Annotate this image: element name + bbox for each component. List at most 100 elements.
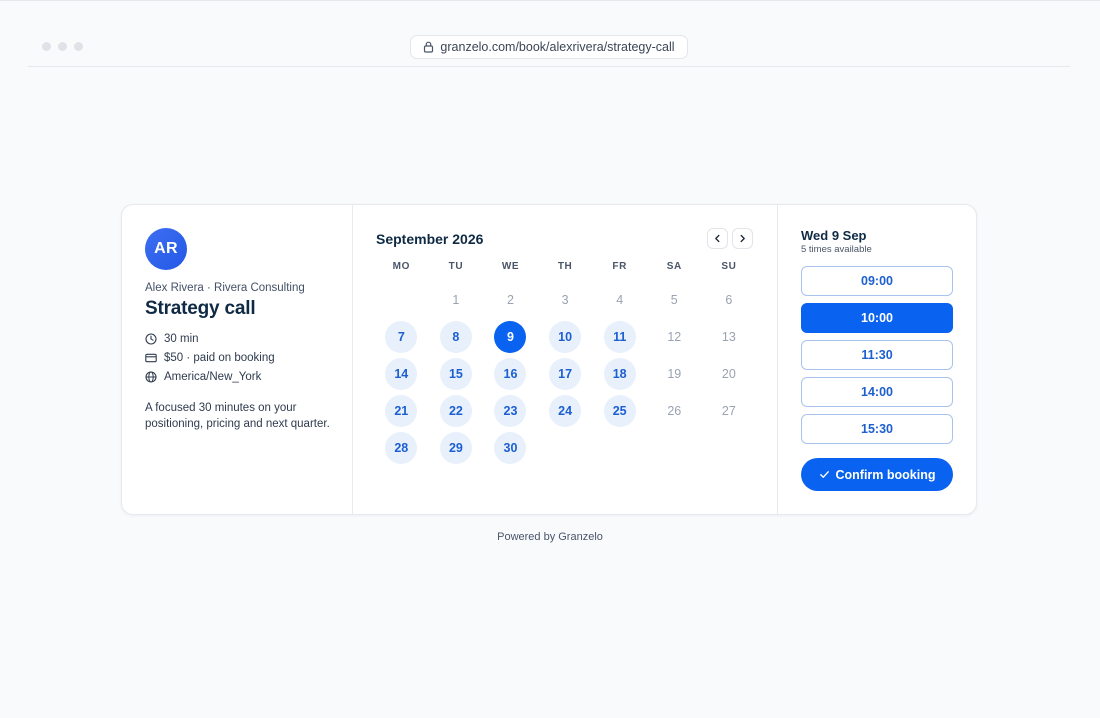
- weekday-label: TU: [448, 261, 464, 272]
- calendar-day-cell: 15: [429, 355, 484, 392]
- calendar-day[interactable]: 29: [439, 431, 472, 464]
- calendar-day[interactable]: 21: [385, 394, 418, 427]
- calendar-day: 5: [670, 292, 678, 307]
- calendar-day-cell: 17: [538, 355, 593, 392]
- event-description: A focused 30 minutes on your positioning…: [145, 402, 330, 430]
- time-slot-button[interactable]: 14:00: [801, 377, 953, 407]
- calendar-day[interactable]: 25: [603, 394, 636, 427]
- next-month-button[interactable]: [732, 228, 753, 249]
- window-close-dot[interactable]: [42, 42, 51, 51]
- time-slot-button-selected[interactable]: 10:00: [801, 303, 953, 333]
- price-text: $50 · paid on booking: [164, 351, 275, 364]
- calendar-day-cell: 13: [702, 318, 757, 355]
- host-name: Alex Rivera · Rivera Consulting: [145, 282, 305, 294]
- calendar-day[interactable]: 17: [549, 357, 582, 390]
- previous-month-button[interactable]: [707, 228, 728, 249]
- calendar-day-cell: 8: [429, 318, 484, 355]
- booking-card: AR Alex Rivera · Rivera Consulting Strat…: [121, 204, 977, 515]
- calendar-day-cell: 6: [702, 281, 757, 318]
- calendar-day[interactable]: 22: [439, 394, 472, 427]
- calendar-day[interactable]: 30: [494, 431, 527, 464]
- globe-icon: [145, 370, 157, 383]
- time-slot-button[interactable]: 15:30: [801, 414, 953, 444]
- weekday-label: WE: [501, 261, 520, 272]
- calendar-day-selected[interactable]: 9: [494, 320, 527, 353]
- checkmark-icon: [819, 471, 829, 478]
- window-top-edge: [0, 0, 1100, 1]
- calendar-day[interactable]: 8: [439, 320, 472, 353]
- calendar-day: 1: [452, 292, 460, 307]
- timezone-row: America/New_York: [145, 370, 352, 383]
- calendar-day-cell: 30: [483, 429, 538, 466]
- calendar-day: 13: [721, 329, 736, 344]
- duration-row: 30 min: [145, 332, 352, 345]
- calendar-day[interactable]: 16: [494, 357, 527, 390]
- weekday-label: SA: [666, 261, 682, 272]
- calendar-day-cell: 18: [592, 355, 647, 392]
- weekday-label: TH: [557, 261, 573, 272]
- calendar-day: 26: [667, 403, 682, 418]
- calendar-day-cell: 16: [483, 355, 538, 392]
- calendar-day-cell: 24: [538, 392, 593, 429]
- calendar-day-cell: 11: [592, 318, 647, 355]
- calendar-day[interactable]: 7: [385, 320, 418, 353]
- clock-icon: [145, 332, 157, 345]
- credit-card-icon: [145, 353, 157, 362]
- time-slot-button[interactable]: 09:00: [801, 266, 953, 296]
- duration-text: 30 min: [164, 332, 199, 345]
- calendar-day[interactable]: 15: [439, 357, 472, 390]
- month-title: September 2026: [376, 231, 484, 247]
- calendar-day[interactable]: 23: [494, 394, 527, 427]
- calendar-day-cell: 21: [374, 392, 429, 429]
- calendar-day-cell: 5: [647, 281, 702, 318]
- calendar-day[interactable]: 24: [549, 394, 582, 427]
- calendar-day-cell: 4: [592, 281, 647, 318]
- window-zoom-dot[interactable]: [74, 42, 83, 51]
- calendar-day[interactable]: 14: [385, 357, 418, 390]
- calendar-day[interactable]: 10: [549, 320, 582, 353]
- chevron-right-icon: [740, 234, 745, 243]
- calendar-day: 4: [616, 292, 624, 307]
- calendar-day-cell: 7: [374, 318, 429, 355]
- calendar-day-cell: 19: [647, 355, 702, 392]
- window-minimize-dot[interactable]: [58, 42, 67, 51]
- calendar-day-cell: 28: [374, 429, 429, 466]
- calendar-day: 3: [561, 292, 569, 307]
- calendar-day: 12: [667, 329, 682, 344]
- time-slot-button[interactable]: 11:30: [801, 340, 953, 370]
- host-panel: AR Alex Rivera · Rivera Consulting Strat…: [122, 205, 353, 514]
- calendar-day[interactable]: 28: [385, 431, 418, 464]
- address-bar[interactable]: granzelo.com/book/alexrivera/strategy-ca…: [410, 35, 688, 59]
- window-controls: [42, 42, 83, 51]
- calendar-day-cell: 9: [483, 318, 538, 355]
- weekday-header: MO TU WE TH FR SA SU: [374, 261, 756, 272]
- calendar-day: 20: [721, 366, 736, 381]
- weekday-label: FR: [612, 261, 627, 272]
- calendar-day[interactable]: 11: [603, 320, 636, 353]
- time-slots-panel: Wed 9 Sep 5 times available 09:00 10:00 11…: [778, 205, 976, 514]
- calendar-day-cell: 14: [374, 355, 429, 392]
- event-title: Strategy call: [145, 298, 256, 319]
- url-text: granzelo.com/book/alexrivera/strategy-ca…: [440, 40, 675, 54]
- calendar-day: 6: [725, 292, 733, 307]
- calendar-day-cell: 12: [647, 318, 702, 355]
- calendar-day: [385, 284, 417, 316]
- calendar-day-cell: 26: [647, 392, 702, 429]
- browser-toolbar: granzelo.com/book/alexrivera/strategy-ca…: [28, 28, 1070, 67]
- timezone-text: America/New_York: [164, 370, 262, 383]
- calendar-panel: September 2026 MO TU WE TH FR SA SU 1234…: [353, 205, 778, 514]
- chevron-left-icon: [715, 234, 720, 243]
- calendar-day-cell: 27: [702, 392, 757, 429]
- calendar-day-cell: 1: [429, 281, 484, 318]
- selected-date-heading: Wed 9 Sep: [801, 228, 867, 243]
- calendar-day-cell: [374, 281, 429, 318]
- price-row: $50 · paid on booking: [145, 351, 352, 364]
- calendar-day: 19: [667, 366, 682, 381]
- confirm-booking-button[interactable]: Confirm booking: [801, 458, 953, 491]
- time-slot-list: 09:00 10:00 11:30 14:00 15:30: [801, 266, 953, 444]
- calendar-day[interactable]: 18: [603, 357, 636, 390]
- confirm-booking-label: Confirm booking: [835, 467, 936, 482]
- calendar-day: 27: [721, 403, 736, 418]
- calendar-day: 2: [507, 292, 514, 307]
- avatar: AR: [145, 228, 187, 270]
